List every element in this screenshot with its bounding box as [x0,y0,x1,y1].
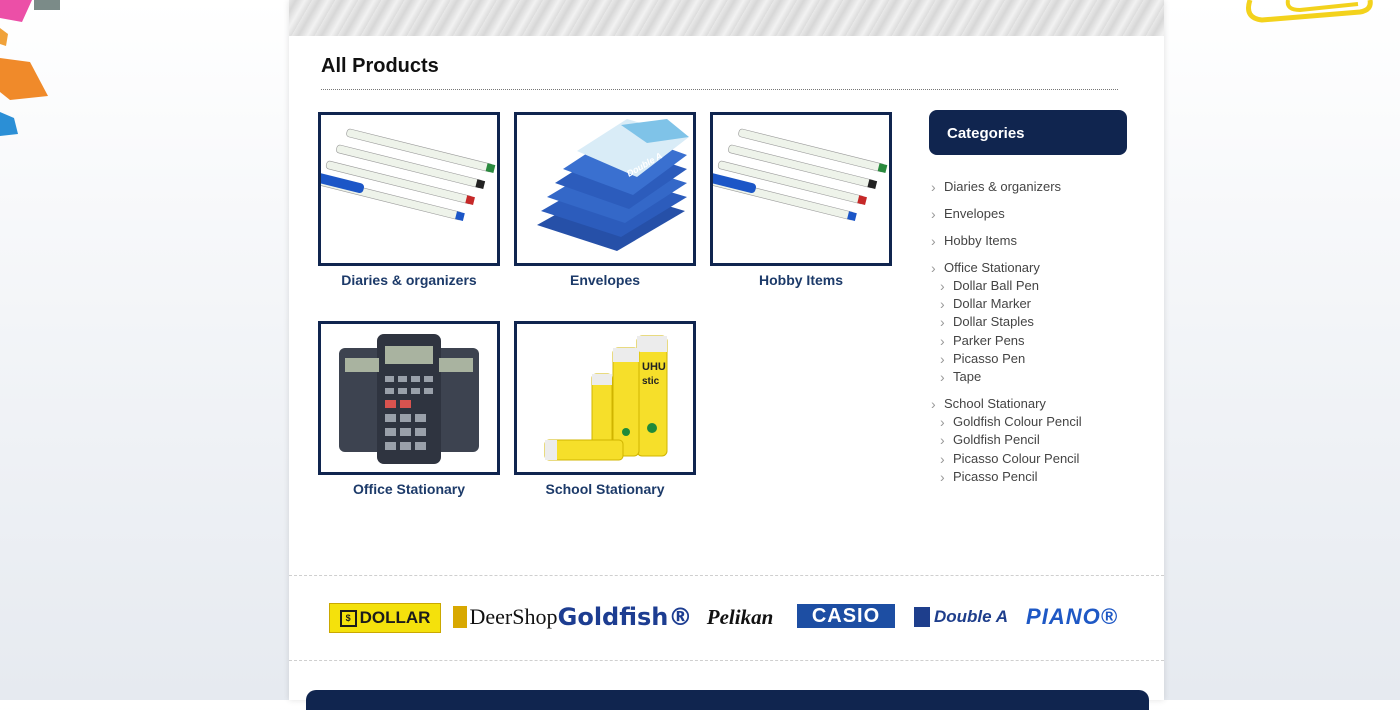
category-link-envelopes[interactable]: Envelopes [931,205,1151,223]
subcategory-link[interactable]: Tape [931,368,1151,386]
glue-sticks-product-image[interactable]: UHU stic [514,321,696,475]
piano-logo[interactable]: PIANO® [1021,600,1123,634]
brand-name: Pelikan [706,604,774,629]
pens-product-image[interactable] [710,112,892,266]
office-stationary-subcategories: Dollar Ball Pen Dollar Marker Dollar Sta… [931,277,1151,386]
product-name[interactable]: Diaries & organizers [318,272,500,288]
subcategory-link[interactable]: Dollar Marker [931,295,1151,313]
paper-reams-product-image[interactable]: Double A [514,112,696,266]
svg-text:stic: stic [642,376,660,387]
brand-logos: $ DOLLAR DeerShop Goldfish® Pelikan CASIO… [329,600,1129,636]
categories-list: Diaries & organizers Envelopes Hobby Ite… [931,178,1151,495]
page-title: All Products [321,55,439,77]
subcategory-link[interactable]: Dollar Ball Pen [931,277,1151,295]
subcategory-link[interactable]: Goldfish Pencil [931,431,1151,449]
pelikan-logo[interactable]: Pelikan [691,600,789,634]
main-page: All Products Diaries & organizers Double… [289,0,1164,710]
product-tile-hobby-items[interactable]: Hobby Items [710,112,892,288]
double-a-logo[interactable]: Double A [910,600,1012,634]
footer-bar [306,690,1149,710]
casio-logo[interactable]: CASIO [797,604,895,628]
category-link-hobby-items[interactable]: Hobby Items [931,232,1151,250]
category-link-office-stationary[interactable]: Office Stationary [931,259,1151,277]
subcategory-link[interactable]: Goldfish Colour Pencil [931,413,1151,431]
brand-name: Double A [934,607,1008,626]
svg-text:UHU: UHU [642,361,666,373]
product-tile-school-stationary[interactable]: UHU stic School Stationary [514,321,696,497]
categories-heading: Categories [929,110,1127,155]
category-link-school-stationary[interactable]: School Stationary [931,395,1151,413]
brand-name: DeerShop [469,604,558,629]
product-tile-envelopes[interactable]: Double A Envelopes [514,112,696,288]
product-name[interactable]: Envelopes [514,272,696,288]
paperclip-decoration [1240,0,1380,30]
subcategory-link[interactable]: Parker Pens [931,332,1151,350]
brand-name: Goldfish® [557,603,693,631]
title-divider [321,89,1118,90]
brands-top-divider [289,575,1164,576]
product-name[interactable]: Office Stationary [318,481,500,497]
double-a-mark-icon [914,607,930,627]
product-name[interactable]: Hobby Items [710,272,892,288]
product-name[interactable]: School Stationary [514,481,696,497]
category-link-diaries[interactable]: Diaries & organizers [931,178,1151,196]
deershop-logo[interactable]: DeerShop [450,600,560,634]
brand-name: DOLLAR [359,608,431,627]
product-tile-office-stationary[interactable]: Office Stationary [318,321,500,497]
crayons-decoration [0,0,60,140]
header-banner-image [289,0,1164,36]
product-tile-diaries[interactable]: Diaries & organizers [318,112,500,288]
brands-bottom-divider [289,660,1164,661]
deer-icon [452,606,467,628]
subcategory-link[interactable]: Picasso Pen [931,350,1151,368]
brand-name: PIANO® [1026,604,1118,629]
subcategory-link[interactable]: Dollar Staples [931,313,1151,331]
dollar-logo[interactable]: $ DOLLAR [329,603,441,633]
goldfish-logo[interactable]: Goldfish® [558,600,693,634]
calculators-product-image[interactable] [318,321,500,475]
dollar-mark-icon: $ [339,609,357,627]
brand-name: CASIO [811,604,881,627]
subcategory-link[interactable]: Picasso Colour Pencil [931,450,1151,468]
pens-product-image[interactable] [318,112,500,266]
subcategory-link[interactable]: Picasso Pencil [931,468,1151,486]
school-stationary-subcategories: Goldfish Colour Pencil Goldfish Pencil P… [931,413,1151,486]
